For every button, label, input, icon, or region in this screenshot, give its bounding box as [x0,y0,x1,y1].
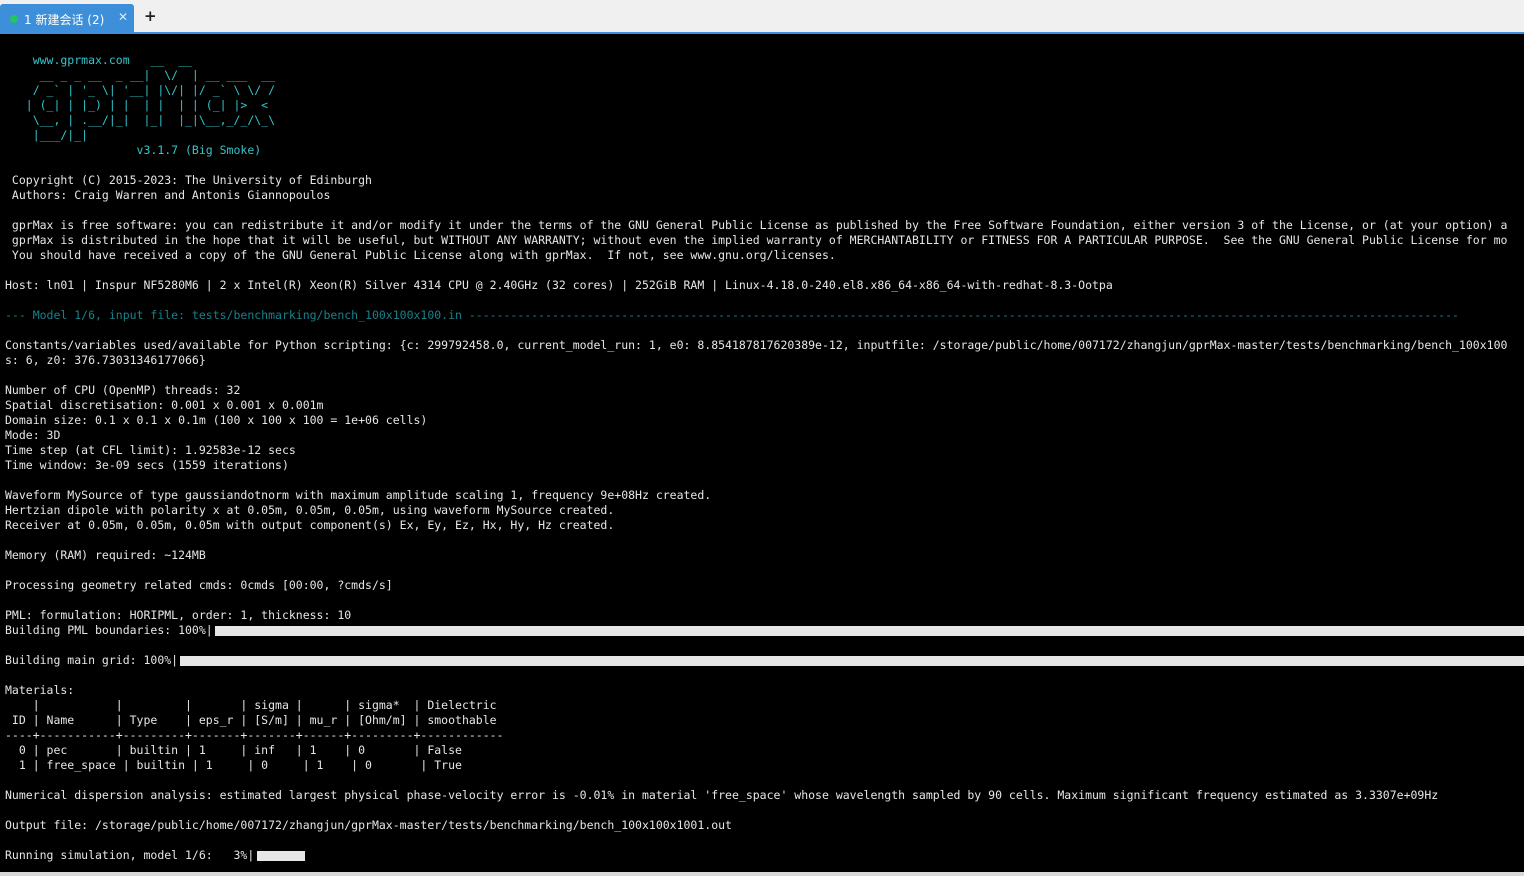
host-line: Host: ln01 | Inspur NF5280M6 | 2 x Intel… [5,278,1113,292]
logo-line: __ _ _ __ _ __| \/ | __ ___ __ [5,68,276,82]
materials-table-row: ID | Name | Type | eps_r | [S/m] | mu_r … [5,713,497,727]
spatial-line: Spatial discretisation: 0.001 x 0.001 x … [5,398,324,412]
close-icon[interactable]: ✕ [118,10,128,24]
mode-line: Mode: 3D [5,428,61,442]
domain-line: Domain size: 0.1 x 0.1 x 0.1m (100 x 100… [5,413,428,427]
materials-label: Materials: [5,683,75,697]
materials-table-row: 0 | pec | builtin | 1 | inf | 1 | 0 | Fa… [5,743,462,757]
hertzian-line: Hertzian dipole with polarity x at 0.05m… [5,503,615,517]
time-window-line: Time window: 3e-09 secs (1559 iterations… [5,458,289,472]
pml-line: PML: formulation: HORIPML, order: 1, thi… [5,608,352,622]
pml-progress-bar [215,626,1524,636]
copyright-line: Copyright (C) 2015-2023: The University … [5,173,372,187]
dispersion-line: Numerical dispersion analysis: estimated… [5,788,1439,802]
output-file-line: Output file: /storage/public/home/007172… [5,818,732,832]
waveform-line: Waveform MySource of type gaussiandotnor… [5,488,712,502]
memory-line: Memory (RAM) required: ~124MB [5,548,206,562]
running-progress-bar [257,851,305,861]
pml-progress-label: Building PML boundaries: 100%| [5,623,213,637]
license-line: You should have received a copy of the G… [5,248,836,262]
receiver-line: Receiver at 0.05m, 0.05m, 0.05m with out… [5,518,615,532]
terminal-output[interactable]: www.gprmax.com __ __ __ _ _ __ _ __| \/ … [0,34,1524,872]
materials-table-row: ----+-----------+---------+-------+-----… [5,728,504,742]
running-progress-label: Running simulation, model 1/6: 3%| [5,848,255,862]
new-tab-button[interactable]: + [144,7,157,25]
geometry-line: Processing geometry related cmds: 0cmds … [5,578,393,592]
status-strip [0,872,1524,876]
logo-line: |___/|_| [5,128,89,142]
constants-line: s: 6, z0: 376.73031346177066} [5,353,206,367]
session-tab[interactable]: 1 新建会话 (2) ✕ [0,4,134,32]
grid-progress-bar [180,656,1524,666]
logo-line: | (_| | |_) | | | | | | (_| |> < [5,98,269,112]
grid-progress-label: Building main grid: 100%| [5,653,179,667]
license-line: gprMax is distributed in the hope that i… [5,233,1508,247]
session-tab-label: 1 新建会话 (2) [24,13,105,27]
authors-line: Authors: Craig Warren and Antonis Gianno… [5,188,331,202]
materials-table-row: | | | | sigma | | sigma* | Dielectric [5,698,497,712]
logo-line: / _` | '_ \| '__| |\/| |/ _` \ \/ / [5,83,276,97]
version-line: v3.1.7 (Big Smoke) [5,143,262,157]
model-header-line: --- Model 1/6, input file: tests/benchma… [5,308,1459,322]
logo-line: www.gprmax.com __ __ [5,53,192,67]
logo-line: \__, | .__/|_| |_| |_|\__,_/_/\_\ [5,113,276,127]
tab-bar: 1 新建会话 (2) ✕ + [0,0,1524,34]
cpu-threads-line: Number of CPU (OpenMP) threads: 32 [5,383,241,397]
constants-line: Constants/variables used/available for P… [5,338,1508,352]
time-step-line: Time step (at CFL limit): 1.92583e-12 se… [5,443,296,457]
license-line: gprMax is free software: you can redistr… [5,218,1508,232]
materials-table-row: 1 | free_space | builtin | 1 | 0 | 1 | 0… [5,758,462,772]
connection-status-icon [10,15,18,23]
